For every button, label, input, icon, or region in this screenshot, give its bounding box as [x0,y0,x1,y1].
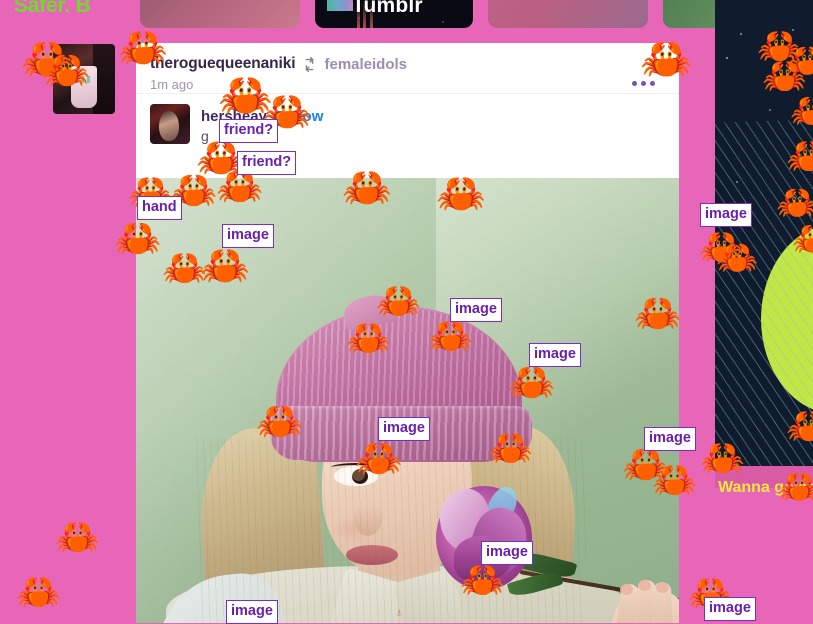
crab-emoji: 🦀 [762,55,807,96]
crab-emoji: 🦀 [488,427,533,468]
crab-emoji: 🦀 [55,516,100,557]
fingernail [656,582,669,593]
annotation-label-image: image [378,417,430,441]
tumblr-wordmark: Tumblr [352,0,423,17]
crab-emoji: 🦀 [792,222,813,256]
crab-emoji: 🦀 [508,362,556,404]
annotation-label-image: image [222,224,274,248]
top-card-3[interactable] [488,0,648,28]
crab-emoji: 🦀 [640,35,693,82]
crab-emoji: 🦀 [376,280,421,321]
crab-emoji: 🦀 [634,293,682,335]
top-card-1[interactable] [140,0,300,28]
crab-emoji: 🦀 [776,184,813,222]
crab-emoji: 🦀 [700,437,745,478]
annotation-label-hand: hand [137,196,182,220]
crab-emoji: 🦀 [436,172,486,216]
crab-emoji: 🦀 [355,438,403,480]
post-card: theroguequeenaniki femaleidols 1m ago he… [136,43,679,623]
annotation-label-image: image [529,343,581,367]
crab-emoji: 🦀 [790,92,813,130]
crab-emoji: 🦀 [256,401,304,443]
annotation-label-image: image [704,597,756,621]
crab-emoji: 🦀 [118,26,168,70]
crab-emoji: 🦀 [43,50,91,92]
annotation-label-image: image [450,298,502,322]
reblog-avatar[interactable] [150,104,190,144]
fingernail [620,584,633,595]
fingernail [638,580,651,591]
source-blog-name[interactable]: femaleidols [324,56,407,73]
crab-emoji: 🦀 [786,135,813,176]
crab-emoji: 🦀 [114,218,162,260]
crab-emoji: 🦀 [342,166,392,210]
crab-emoji: 🦀 [652,459,697,500]
menu-dot [632,81,637,86]
annotation-label-image: image [226,600,278,624]
tumblr-color-swatch [327,0,353,11]
crab-emoji: 🦀 [428,315,473,356]
reblog-icon [306,56,314,72]
annotation-label-image: image [644,427,696,451]
annotation-label-image: image [700,203,752,227]
annotation-label-image: image [481,541,533,565]
crab-emoji: 🦀 [346,317,391,358]
crab-emoji: 🦀 [16,571,61,612]
annotation-label-friend: friend? [237,151,297,175]
crab-emoji: 🦀 [786,405,813,446]
crab-emoji: 🦀 [200,244,250,288]
crab-emoji: 🦀 [716,239,759,277]
crab-emoji: 🦀 [460,559,505,600]
crab-emoji: 🦀 [778,468,813,506]
annotation-label-friend: friend? [219,119,279,143]
